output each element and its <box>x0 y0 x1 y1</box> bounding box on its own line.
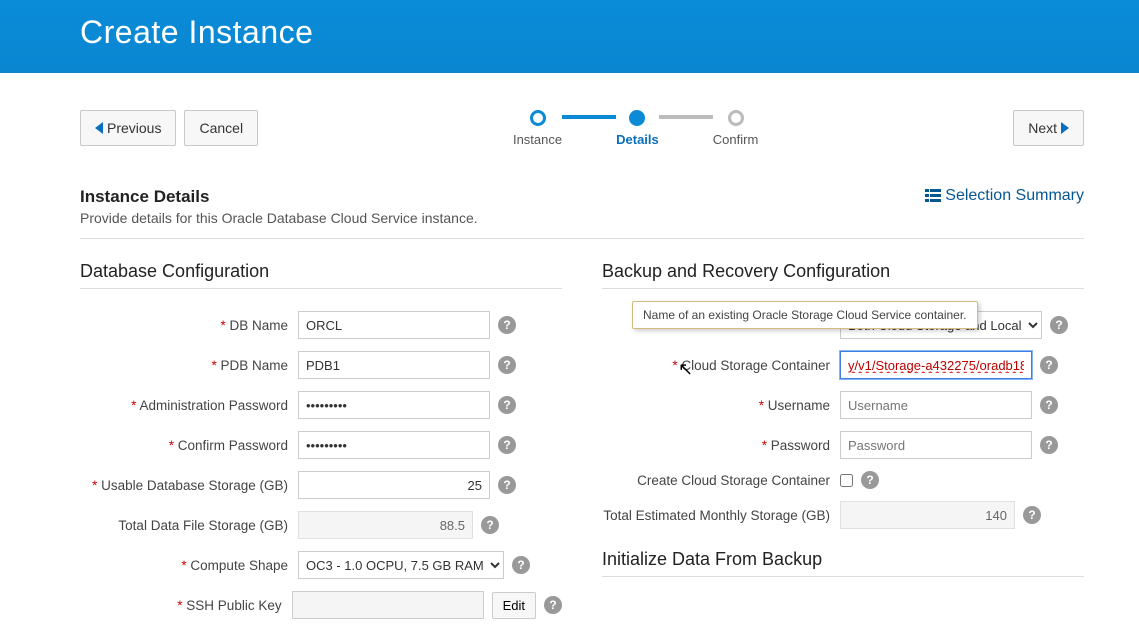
list-icon <box>925 188 941 204</box>
create-container-label: Create Cloud Storage Container <box>602 473 832 488</box>
page-title: Create Instance <box>80 14 1139 51</box>
chevron-right-icon <box>1061 122 1069 134</box>
help-icon[interactable]: ? <box>498 396 516 414</box>
db-name-label: DB Name <box>80 318 290 333</box>
username-label: Username <box>602 398 832 413</box>
selection-summary-link[interactable]: Selection Summary <box>925 187 1084 205</box>
database-config-section: Database Configuration DB Name ? PDB Nam… <box>80 261 562 631</box>
step-confirm[interactable]: Confirm <box>713 110 759 147</box>
admin-password-input[interactable] <box>298 391 490 419</box>
init-backup-heading: Initialize Data From Backup <box>602 549 1084 577</box>
est-storage-value: 140 <box>840 501 1015 529</box>
confirm-password-label: Confirm Password <box>80 438 290 453</box>
help-icon[interactable]: ? <box>498 436 516 454</box>
confirm-password-input[interactable] <box>298 431 490 459</box>
database-config-heading: Database Configuration <box>80 261 562 289</box>
help-icon[interactable]: ? <box>498 316 516 334</box>
db-name-input[interactable] <box>298 311 490 339</box>
selection-summary-label: Selection Summary <box>945 187 1084 205</box>
ssh-key-input <box>292 591 484 619</box>
toolbar: Previous Cancel Instance Details Confirm… <box>0 73 1139 153</box>
section-subtitle: Provide details for this Oracle Database… <box>80 210 478 226</box>
help-icon[interactable]: ? <box>1040 396 1058 414</box>
cancel-label: Cancel <box>199 120 243 136</box>
step-instance[interactable]: Instance <box>513 110 562 147</box>
usable-storage-label: Usable Database Storage (GB) <box>80 478 290 493</box>
page-header: Create Instance <box>0 0 1139 73</box>
progress-stepper: Instance Details Confirm <box>258 103 1013 153</box>
help-icon[interactable]: ? <box>498 476 516 494</box>
help-icon[interactable]: ? <box>1023 506 1041 524</box>
ssh-key-label: SSH Public Key <box>80 598 284 613</box>
usable-storage-input[interactable] <box>298 471 490 499</box>
container-input[interactable] <box>840 351 1032 379</box>
container-tooltip: Name of an existing Oracle Storage Cloud… <box>632 301 978 329</box>
content-area: Instance Details Provide details for thi… <box>0 153 1139 631</box>
backup-config-heading: Backup and Recovery Configuration <box>602 261 1084 289</box>
compute-shape-select[interactable]: OC3 - 1.0 OCPU, 7.5 GB RAM <box>298 551 504 579</box>
section-title: Instance Details <box>80 187 478 207</box>
help-icon[interactable]: ? <box>1040 436 1058 454</box>
cancel-button[interactable]: Cancel <box>184 110 258 146</box>
help-icon[interactable]: ? <box>481 516 499 534</box>
create-container-checkbox[interactable] <box>840 474 853 487</box>
help-icon[interactable]: ? <box>512 556 530 574</box>
next-label: Next <box>1028 120 1057 136</box>
help-icon[interactable]: ? <box>1050 316 1068 334</box>
backup-password-input[interactable] <box>840 431 1032 459</box>
total-storage-value: 88.5 <box>298 511 473 539</box>
container-label: Cloud Storage Container <box>602 358 832 373</box>
help-icon[interactable]: ? <box>861 471 879 489</box>
help-icon[interactable]: ? <box>498 356 516 374</box>
ssh-key-edit-button[interactable]: Edit <box>492 592 536 619</box>
username-input[interactable] <box>840 391 1032 419</box>
pdb-name-input[interactable] <box>298 351 490 379</box>
step-details[interactable]: Details <box>616 110 659 147</box>
help-icon[interactable]: ? <box>544 596 562 614</box>
previous-label: Previous <box>107 120 161 136</box>
help-icon[interactable]: ? <box>1040 356 1058 374</box>
previous-button[interactable]: Previous <box>80 110 176 146</box>
est-storage-label: Total Estimated Monthly Storage (GB) <box>602 508 832 523</box>
compute-shape-label: Compute Shape <box>80 558 290 573</box>
next-button[interactable]: Next <box>1013 110 1084 146</box>
admin-password-label: Administration Password <box>80 398 290 413</box>
pdb-name-label: PDB Name <box>80 358 290 373</box>
password-label: Password <box>602 438 832 453</box>
chevron-left-icon <box>95 122 103 134</box>
backup-config-section: Backup and Recovery Configuration Name o… <box>602 261 1084 631</box>
total-storage-label: Total Data File Storage (GB) <box>80 518 290 533</box>
